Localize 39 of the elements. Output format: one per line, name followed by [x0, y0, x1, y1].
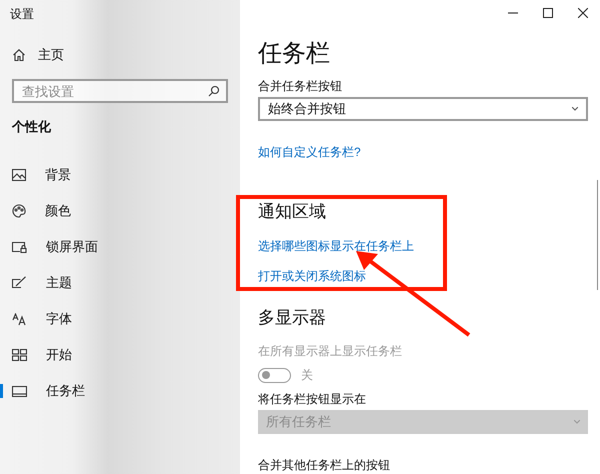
taskbar-icon	[12, 386, 27, 396]
close-icon	[578, 8, 588, 18]
nav-item[interactable]: 背景	[0, 157, 79, 193]
chevron-icon	[574, 420, 580, 424]
selection-indicator	[0, 384, 3, 398]
start-grid-icon	[12, 349, 27, 361]
toggle-state-label: 关	[301, 367, 313, 384]
home-icon	[12, 48, 26, 62]
window-title: 设置	[9, 6, 35, 23]
dropdown[interactable]: 始终合并按钮	[258, 97, 588, 121]
nav-item[interactable]: 字体	[0, 301, 80, 337]
field-label: 合并任务栏按钮	[258, 78, 342, 95]
chevron-icon	[572, 107, 578, 111]
nav-item[interactable]: 颜色	[0, 193, 79, 229]
nav-item[interactable]: 开始	[0, 337, 80, 373]
section-heading: 通知区域	[258, 201, 326, 223]
image-icon	[12, 169, 26, 181]
dropdown: 所有任务栏	[258, 410, 588, 434]
field-label: 合并其他任务栏上的按钮	[258, 457, 390, 474]
link[interactable]: 如何自定义任务栏?	[258, 143, 361, 161]
section-heading: 多显示器	[258, 306, 326, 328]
lock-screen-icon	[12, 241, 27, 253]
home-link[interactable]: 主页	[0, 41, 76, 69]
search-field[interactable]: 查找设置	[12, 79, 228, 103]
link[interactable]: 打开或关闭系统图标	[258, 266, 366, 284]
nav-item[interactable]: 锁屏界面	[0, 229, 106, 265]
link[interactable]: 选择哪些图标显示在任务栏上	[258, 236, 414, 254]
scrollbar[interactable]	[597, 180, 598, 290]
field-label: 将任务栏按钮显示在	[258, 391, 366, 408]
nav-item[interactable]: 主题	[0, 265, 80, 301]
nav-item[interactable]: 任务栏	[0, 373, 93, 409]
maximize-icon	[542, 8, 552, 18]
search-icon	[208, 85, 220, 97]
section-heading: 个性化	[11, 118, 52, 136]
setting-label: 在所有显示器上显示任务栏	[258, 343, 402, 360]
brush-icon	[12, 276, 27, 290]
font-icon	[12, 312, 27, 326]
page-title: 任务栏	[258, 39, 330, 69]
palette-icon	[12, 204, 26, 218]
